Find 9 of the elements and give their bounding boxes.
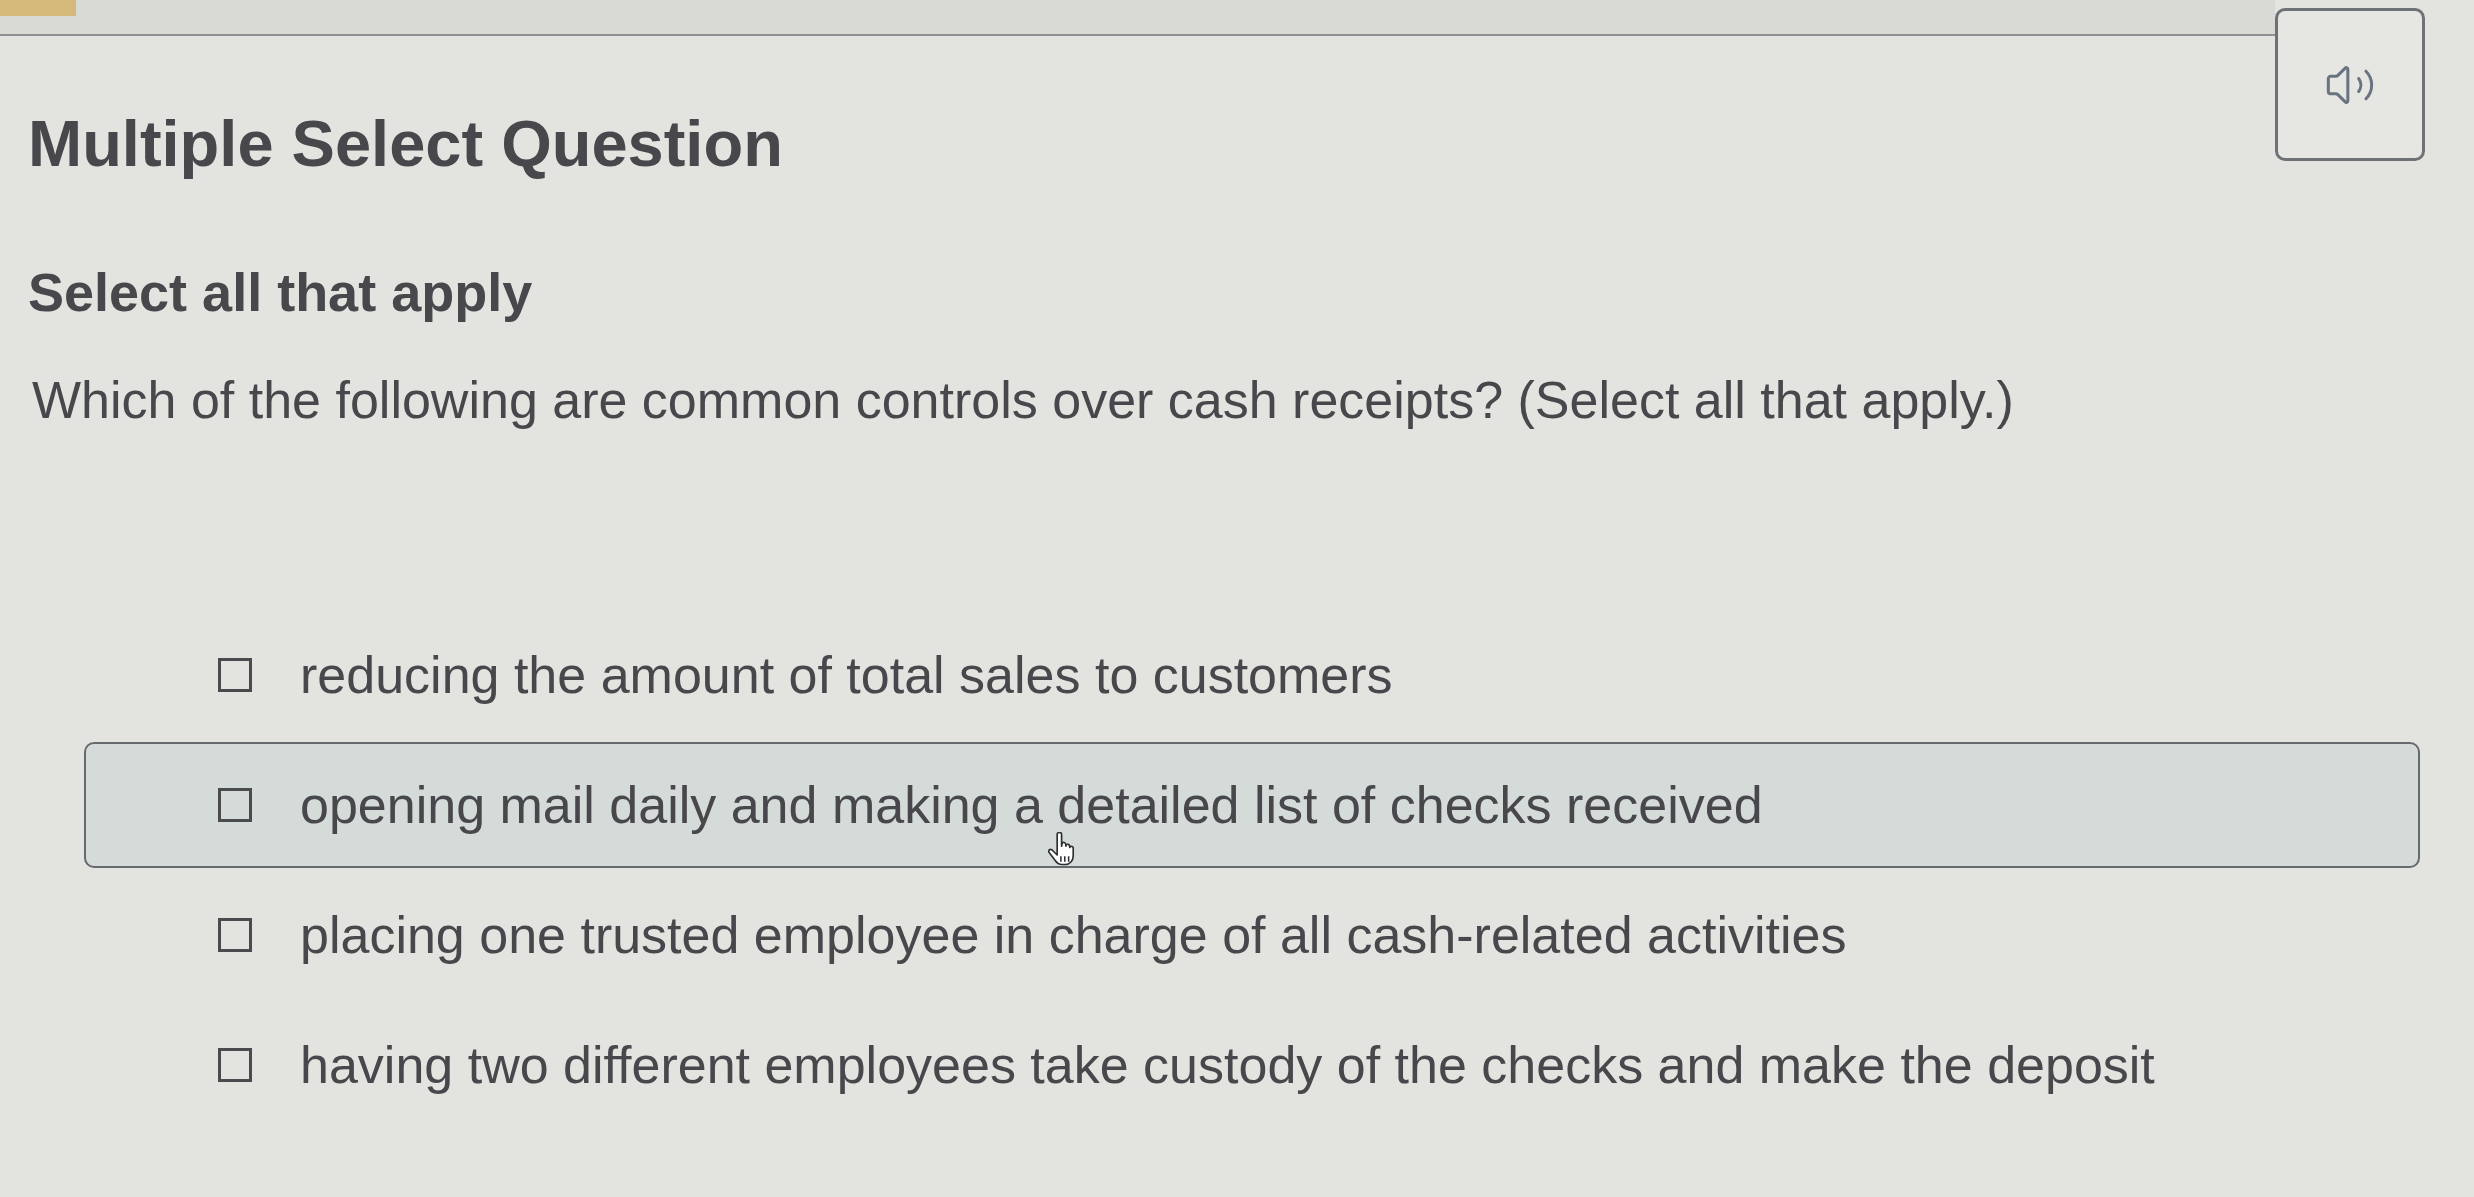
checkbox[interactable] — [218, 788, 252, 822]
audio-button[interactable] — [2275, 8, 2425, 161]
answer-option-highlighted[interactable]: opening mail daily and making a detailed list of checks received — [84, 742, 2420, 868]
checkbox[interactable] — [218, 918, 252, 952]
checkbox[interactable] — [218, 1048, 252, 1082]
answer-option[interactable]: having two different employees take custody of the checks and make the deposit — [84, 1002, 2420, 1128]
answer-option[interactable]: reducing the amount of total sales to customers — [84, 612, 2420, 738]
checkbox[interactable] — [218, 658, 252, 692]
answer-option[interactable]: placing one trusted employee in charge of all cash-related activities — [84, 872, 2420, 998]
